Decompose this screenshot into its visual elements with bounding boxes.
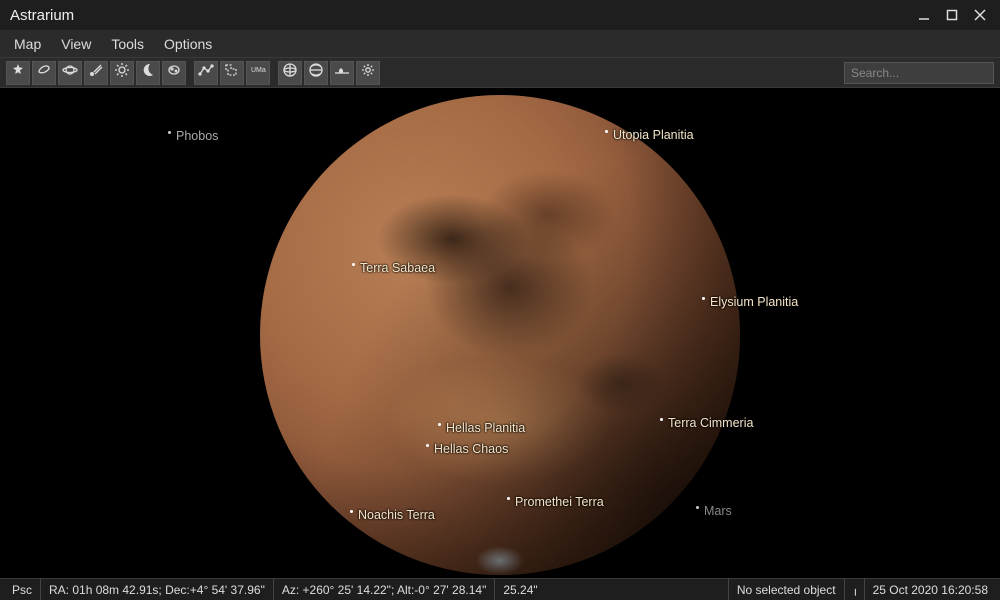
menu-map[interactable]: Map	[4, 33, 51, 55]
menu-bar: Map View Tools Options	[0, 30, 1000, 58]
status-bar: Psc RA: 01h 08m 42.91s; Dec:+4° 54' 37.9…	[0, 578, 1000, 600]
window-title: Astrarium	[10, 7, 910, 24]
asteroids-button[interactable]	[162, 61, 186, 85]
feature-label[interactable]: Elysium Planitia	[702, 295, 798, 309]
sun-button[interactable]	[110, 61, 134, 85]
label-text: Phobos	[176, 129, 218, 143]
title-bar: Astrarium	[0, 0, 1000, 30]
settings-icon	[360, 62, 376, 83]
eq-grid-button[interactable]	[278, 61, 302, 85]
asteroids-icon	[166, 62, 182, 83]
status-radec: RA: 01h 08m 42.91s; Dec:+4° 54' 37.96"	[40, 579, 273, 600]
status-fov: 25.24"	[494, 579, 545, 600]
hor-grid-icon	[308, 62, 324, 83]
comets-icon	[88, 62, 104, 83]
feature-label[interactable]: Promethei Terra	[507, 495, 604, 509]
sky-viewport[interactable]: Utopia Planitia Terra Sabaea Elysium Plani…	[0, 88, 1000, 578]
stars-icon	[10, 62, 26, 83]
menu-view[interactable]: View	[51, 33, 101, 55]
status-azalt: Az: +260° 25' 14.22"; Alt:-0° 27' 28.14"	[273, 579, 495, 600]
menu-tools[interactable]: Tools	[101, 33, 154, 55]
status-datetime[interactable]: 25 Oct 2020 16:20:58	[864, 579, 996, 600]
galaxies-icon	[36, 62, 52, 83]
label-text: Utopia Planitia	[613, 128, 694, 142]
label-text: Promethei Terra	[515, 495, 604, 509]
search-input[interactable]	[844, 62, 994, 84]
sun-icon	[114, 62, 130, 83]
planet-name-label[interactable]: Mars	[696, 504, 732, 518]
status-constellation: Psc	[4, 579, 40, 600]
label-text: Elysium Planitia	[710, 295, 798, 309]
constellation-borders-button[interactable]	[220, 61, 244, 85]
feature-label[interactable]: Hellas Planitia	[438, 421, 525, 435]
settings-button[interactable]	[356, 61, 380, 85]
label-text: Terra Sabaea	[360, 261, 435, 275]
eq-grid-icon	[282, 62, 298, 83]
moon-icon	[140, 62, 156, 83]
label-text: Terra Cimmeria	[668, 416, 753, 430]
close-button[interactable]	[966, 4, 994, 26]
deepsky-button[interactable]	[32, 61, 56, 85]
feature-label[interactable]: Noachis Terra	[350, 508, 435, 522]
feature-label[interactable]: Utopia Planitia	[605, 128, 694, 142]
satellite-label[interactable]: Phobos	[168, 129, 218, 143]
label-text: Mars	[704, 504, 732, 518]
planets-icon	[62, 62, 78, 83]
label-text: Noachis Terra	[358, 508, 435, 522]
constellation-labels-icon: UMa	[250, 62, 266, 83]
menu-options[interactable]: Options	[154, 33, 222, 55]
constellation-borders-icon	[224, 62, 240, 83]
comets-button[interactable]	[84, 61, 108, 85]
planets-button[interactable]	[58, 61, 82, 85]
ground-button[interactable]	[330, 61, 354, 85]
planet-disc	[260, 95, 740, 575]
status-selection: No selected object	[728, 579, 844, 600]
app-window: Astrarium Map View Tools Options	[0, 0, 1000, 600]
lock-icon[interactable]	[844, 579, 864, 600]
feature-label[interactable]: Terra Sabaea	[352, 261, 435, 275]
svg-text:UMa: UMa	[251, 67, 266, 74]
stars-button[interactable]	[6, 61, 30, 85]
label-text: Hellas Planitia	[446, 421, 525, 435]
feature-label[interactable]: Hellas Chaos	[426, 442, 508, 456]
minimize-button[interactable]	[910, 4, 938, 26]
moon-button[interactable]	[136, 61, 160, 85]
feature-label[interactable]: Terra Cimmeria	[660, 416, 753, 430]
constellation-lines-icon	[198, 62, 214, 83]
hor-grid-button[interactable]	[304, 61, 328, 85]
maximize-button[interactable]	[938, 4, 966, 26]
label-text: Hellas Chaos	[434, 442, 508, 456]
ground-icon	[334, 62, 350, 83]
toolbar: UMa	[0, 58, 1000, 88]
constellation-labels-button[interactable]: UMa	[246, 61, 270, 85]
constellation-lines-button[interactable]	[194, 61, 218, 85]
